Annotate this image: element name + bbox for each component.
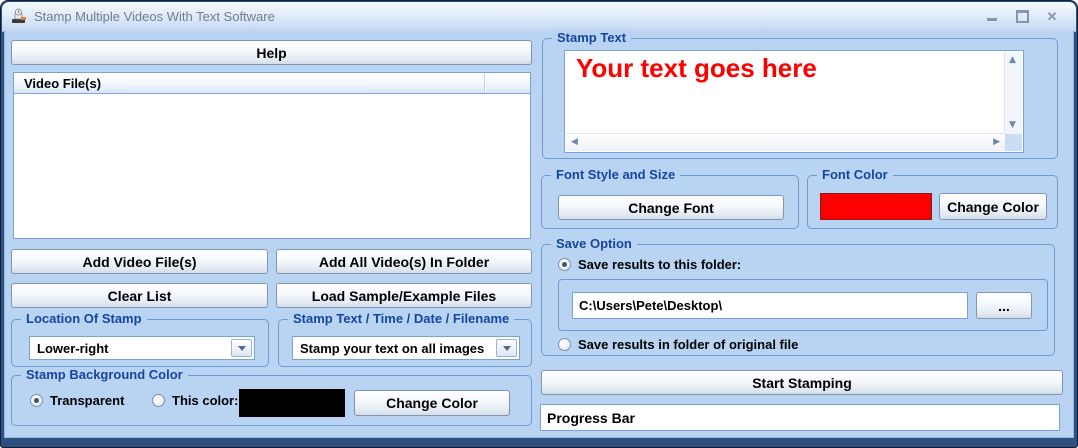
location-of-stamp-group: Location Of Stamp Lower-right bbox=[11, 311, 269, 367]
clear-list-button[interactable]: Clear List bbox=[11, 283, 268, 308]
change-font-button[interactable]: Change Font bbox=[558, 195, 784, 220]
font-style-label: Font Style and Size bbox=[551, 167, 681, 182]
save-to-folder-radio-label: Save results to this folder: bbox=[578, 257, 742, 272]
save-original-radio[interactable]: Save results in folder of original file bbox=[558, 337, 798, 352]
radio-button[interactable] bbox=[152, 394, 165, 407]
stamp-text-group: Stamp Text Your text goes here ▲ ▼ ◀ ▶ bbox=[542, 30, 1058, 159]
folder-path-box: ... bbox=[558, 279, 1048, 331]
stamp-background-color-label: Stamp Background Color bbox=[21, 367, 188, 382]
radio-button-checked[interactable] bbox=[30, 394, 43, 407]
stamp-mode-group: Stamp Text / Time / Date / Filename Stam… bbox=[278, 311, 532, 367]
transparent-radio-label: Transparent bbox=[50, 393, 125, 408]
progress-bar: Progress Bar bbox=[540, 404, 1060, 431]
folder-path-input[interactable] bbox=[572, 292, 968, 319]
stamp-mode-dropdown-button[interactable] bbox=[496, 339, 517, 357]
save-original-radio-label: Save results in folder of original file bbox=[578, 337, 799, 352]
window-controls: ✕ bbox=[984, 9, 1076, 25]
minimize-icon bbox=[987, 18, 997, 21]
save-option-group: Save Option Save results to this folder:… bbox=[541, 236, 1055, 356]
add-all-videos-in-folder-button[interactable]: Add All Video(s) In Folder bbox=[276, 249, 532, 274]
maximize-button[interactable] bbox=[1014, 9, 1030, 25]
stamp-text-label: Stamp Text bbox=[552, 30, 632, 45]
video-file-list-header-label: Video File(s) bbox=[24, 75, 102, 91]
help-button[interactable]: Help bbox=[11, 40, 532, 65]
chevron-down-icon bbox=[237, 345, 246, 351]
chevron-down-icon bbox=[502, 345, 511, 351]
app-icon bbox=[12, 8, 26, 23]
font-style-group: Font Style and Size Change Font bbox=[541, 167, 799, 229]
font-color-label: Font Color bbox=[817, 167, 893, 182]
location-of-stamp-label: Location Of Stamp bbox=[21, 311, 147, 326]
save-option-label: Save Option bbox=[551, 236, 637, 251]
scroll-left-icon[interactable]: ◀ bbox=[571, 138, 578, 147]
location-dropdown-button[interactable] bbox=[231, 339, 252, 357]
stamp-background-color-group: Stamp Background Color Transparent This … bbox=[11, 367, 532, 426]
stamp-text-input[interactable]: Your text goes here ▲ ▼ ◀ ▶ bbox=[564, 50, 1024, 153]
progress-bar-label: Progress Bar bbox=[547, 409, 635, 426]
minimize-button[interactable] bbox=[984, 9, 1000, 25]
video-file-list-header[interactable]: Video File(s) bbox=[14, 73, 530, 94]
app-window: Stamp Multiple Videos With Text Software… bbox=[0, 0, 1078, 448]
location-of-stamp-select[interactable]: Lower-right bbox=[29, 336, 255, 360]
browse-button[interactable]: ... bbox=[976, 292, 1032, 319]
this-color-radio-label: This color: bbox=[172, 393, 239, 408]
stamp-mode-value: Stamp your text on all images bbox=[300, 340, 485, 356]
location-of-stamp-value: Lower-right bbox=[37, 340, 109, 356]
stamp-mode-select[interactable]: Stamp your text on all images bbox=[292, 336, 520, 360]
transparent-radio[interactable]: Transparent bbox=[30, 393, 124, 408]
save-to-folder-radio[interactable]: Save results to this folder: bbox=[558, 257, 741, 272]
radio-button-checked[interactable] bbox=[558, 258, 571, 271]
background-change-color-button[interactable]: Change Color bbox=[354, 390, 510, 416]
horizontal-scrollbar[interactable]: ◀ ▶ bbox=[566, 133, 1005, 151]
close-icon: ✕ bbox=[1046, 9, 1058, 24]
scrollbar-corner bbox=[1005, 134, 1022, 151]
scroll-down-icon[interactable]: ▼ bbox=[1009, 121, 1016, 130]
window-title: Stamp Multiple Videos With Text Software bbox=[34, 9, 275, 24]
scroll-right-icon[interactable]: ▶ bbox=[993, 138, 1000, 147]
font-change-color-button[interactable]: Change Color bbox=[939, 193, 1047, 220]
start-stamping-button[interactable]: Start Stamping bbox=[541, 370, 1063, 395]
stamp-text-value: Your text goes here bbox=[576, 53, 817, 83]
video-file-list[interactable]: Video File(s) bbox=[13, 72, 531, 239]
vertical-scrollbar[interactable]: ▲ ▼ bbox=[1004, 52, 1022, 134]
add-video-files-button[interactable]: Add Video File(s) bbox=[11, 249, 268, 274]
this-color-radio[interactable]: This color: bbox=[152, 393, 238, 408]
background-color-swatch bbox=[239, 389, 345, 417]
maximize-icon bbox=[1015, 10, 1029, 23]
column-separator[interactable] bbox=[484, 73, 485, 93]
close-button[interactable]: ✕ bbox=[1044, 9, 1060, 25]
radio-button[interactable] bbox=[558, 338, 571, 351]
stamp-mode-label: Stamp Text / Time / Date / Filename bbox=[288, 311, 515, 326]
font-color-swatch bbox=[820, 193, 932, 220]
scroll-up-icon[interactable]: ▲ bbox=[1009, 56, 1016, 65]
font-color-group: Font Color Change Color bbox=[807, 167, 1058, 229]
titlebar[interactable]: Stamp Multiple Videos With Text Software… bbox=[2, 2, 1076, 32]
load-sample-files-button[interactable]: Load Sample/Example Files bbox=[276, 283, 532, 308]
